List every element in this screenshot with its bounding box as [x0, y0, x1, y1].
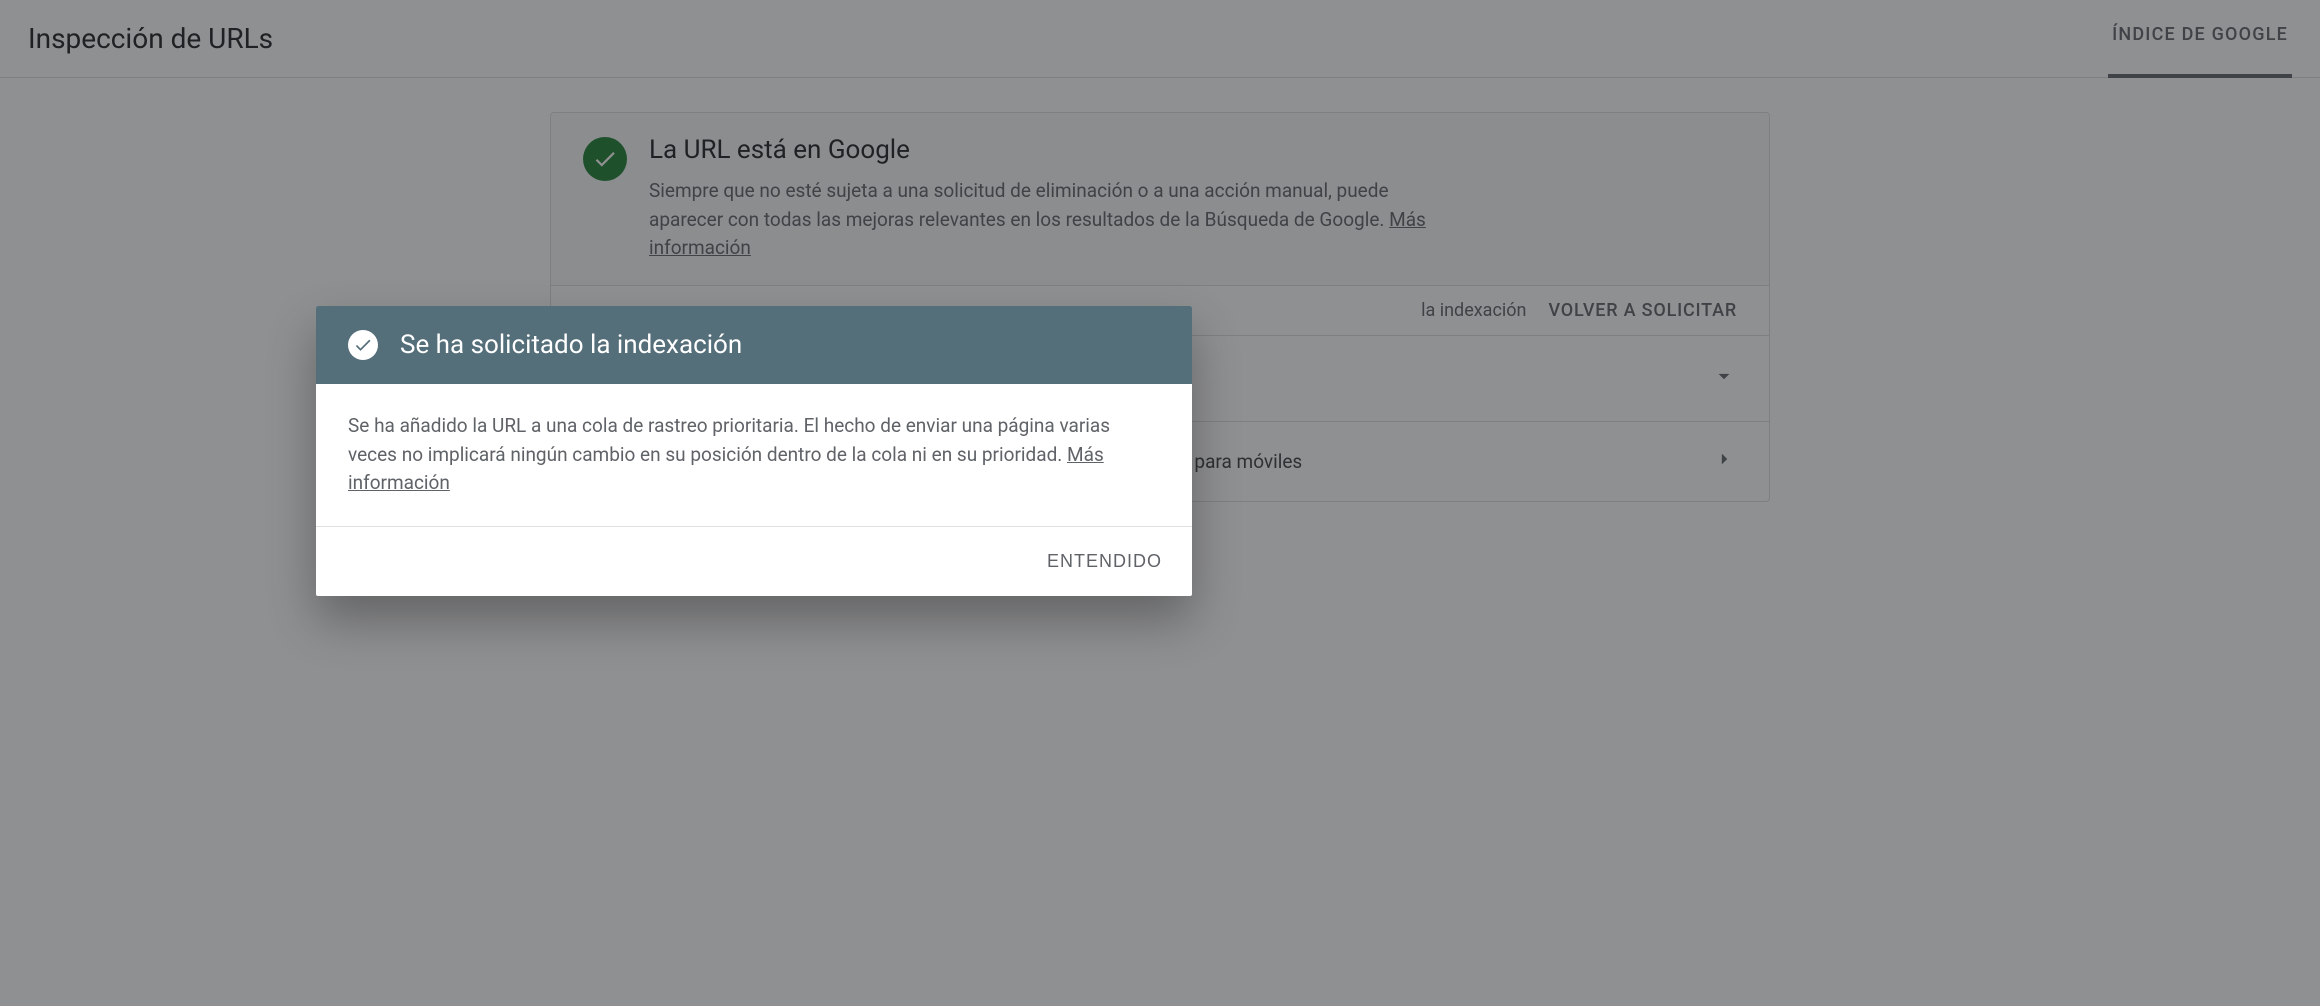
indexing-requested-dialog: Se ha solicitado la indexación Se ha aña…: [316, 306, 1192, 596]
page-root: Inspección de URLs ÍNDICE DE GOOGLE La U…: [0, 0, 2320, 1006]
dialog-title: Se ha solicitado la indexación: [400, 330, 742, 360]
dialog-ok-button[interactable]: ENTENDIDO: [1039, 545, 1170, 578]
check-circle-icon: [348, 330, 378, 360]
dialog-body-text: Se ha añadido la URL a una cola de rastr…: [348, 414, 1110, 466]
dialog-body: Se ha añadido la URL a una cola de rastr…: [316, 384, 1192, 527]
dialog-header: Se ha solicitado la indexación: [316, 306, 1192, 384]
dialog-actions: ENTENDIDO: [316, 527, 1192, 596]
